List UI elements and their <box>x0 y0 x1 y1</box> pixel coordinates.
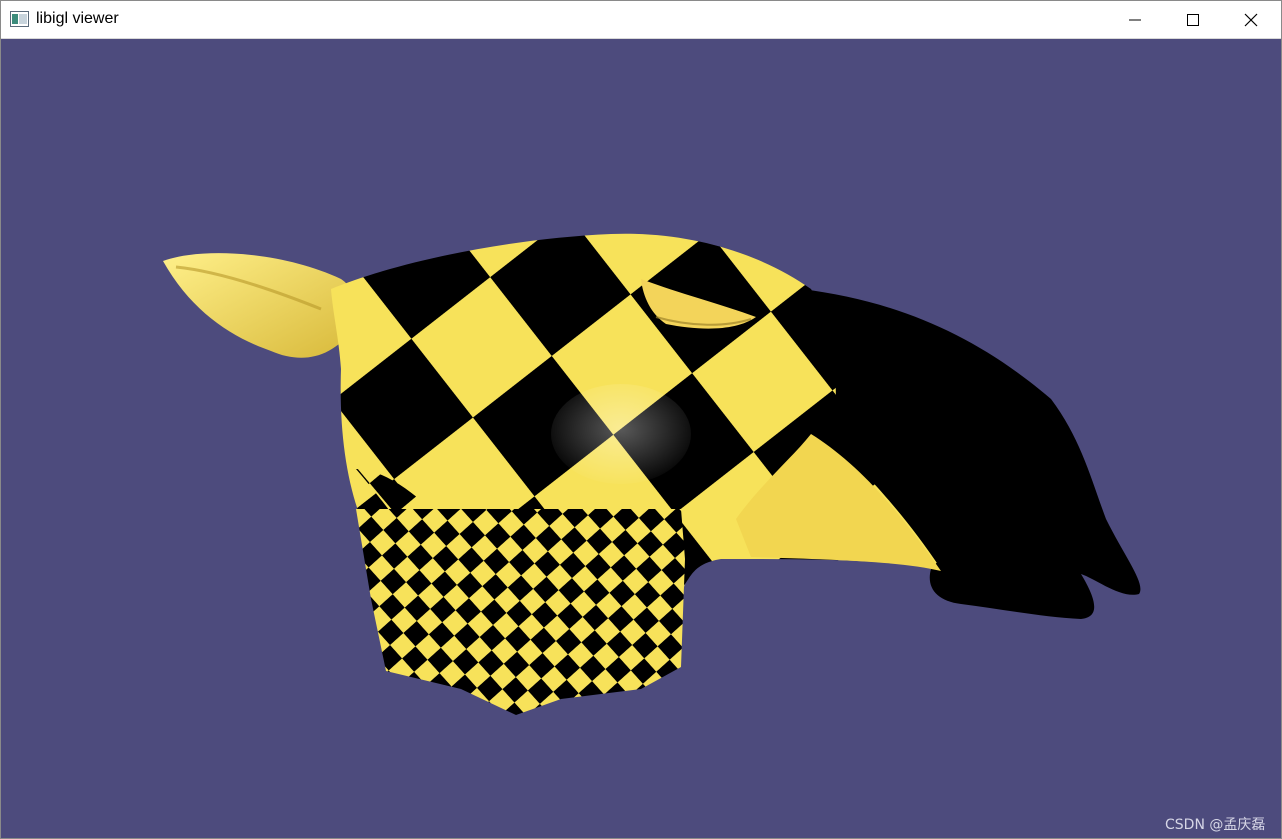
maximize-button[interactable] <box>1164 1 1222 38</box>
app-window: libigl viewer CSDN @孟庆磊 <box>0 0 1282 839</box>
minimize-icon <box>1129 19 1141 21</box>
watermark: CSDN @孟庆磊 <box>1165 817 1266 833</box>
checkerboard-mesh-render <box>163 233 1141 715</box>
title-bar[interactable]: libigl viewer <box>1 1 1281 39</box>
close-icon <box>1244 13 1258 27</box>
3d-viewport[interactable]: CSDN @孟庆磊 <box>1 39 1281 838</box>
close-button[interactable] <box>1222 1 1280 38</box>
maximize-icon <box>1187 14 1199 26</box>
window-title: libigl viewer <box>36 10 119 27</box>
app-window-icon <box>10 11 29 27</box>
minimize-button[interactable] <box>1106 1 1164 38</box>
